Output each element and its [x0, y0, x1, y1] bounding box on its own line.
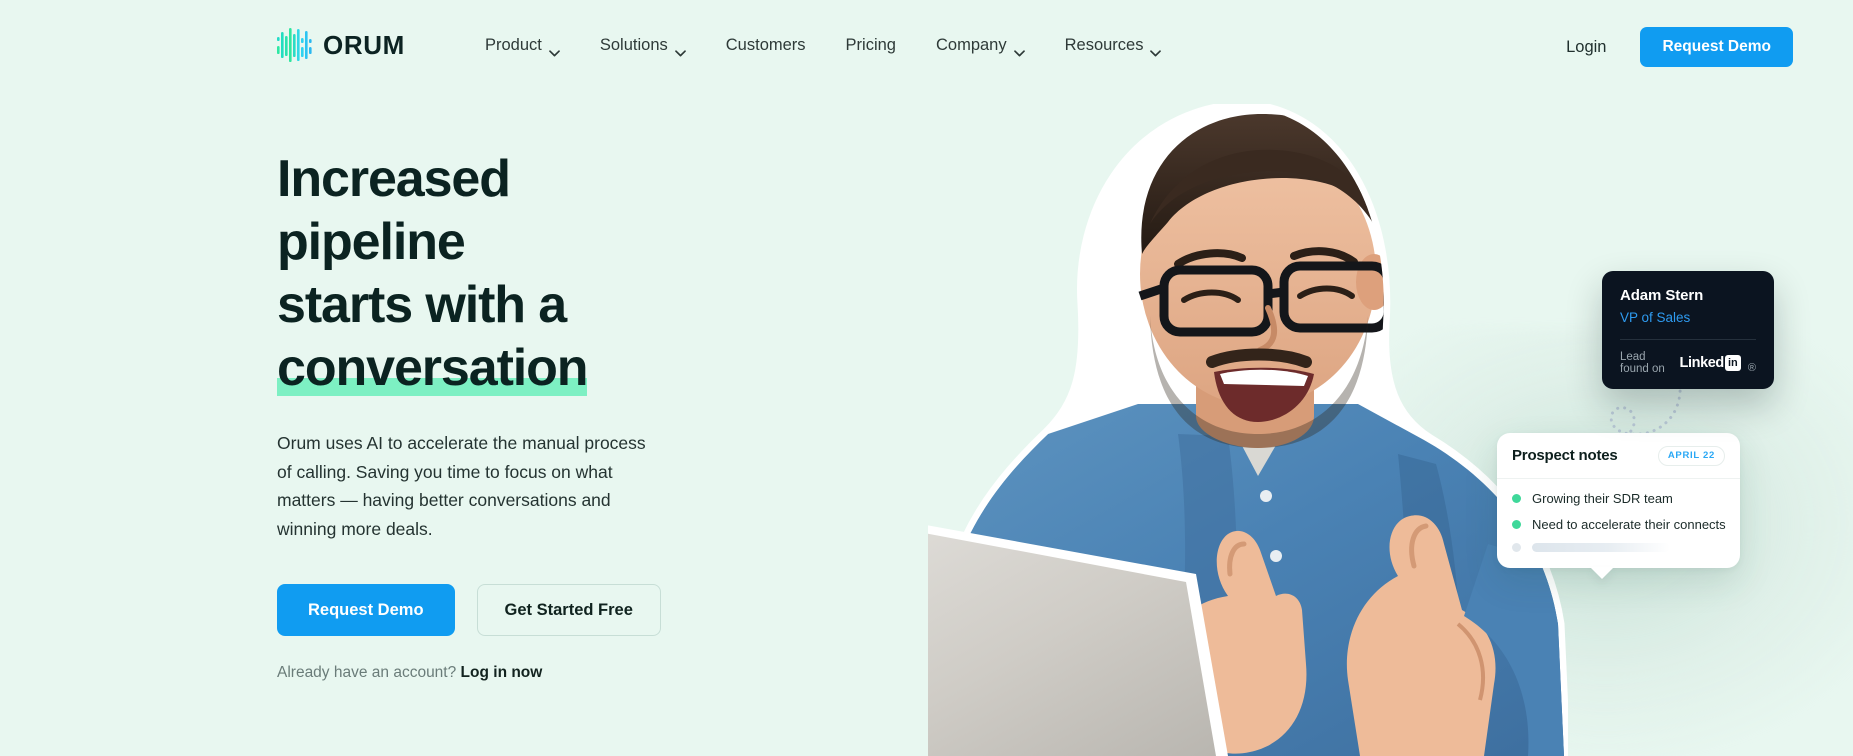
date-badge[interactable]: APRIL 22 — [1657, 446, 1725, 466]
list-item-placeholder — [1512, 542, 1725, 552]
nav-item-label: Pricing — [845, 36, 896, 54]
hero-subtitle: Orum uses AI to accelerate the manual pr… — [277, 433, 646, 539]
chevron-down-icon — [674, 43, 686, 57]
divider — [1620, 339, 1756, 340]
brand-logo[interactable]: ORUM — [277, 28, 405, 62]
nav-item-label: Customers — [725, 36, 806, 54]
hero-content: Increased pipeline starts with a convers… — [277, 148, 697, 682]
nav-item-label: Company — [935, 36, 1007, 54]
prospect-notes-title: Prospect notes — [1512, 447, 1618, 465]
hero-title-highlight: conversation — [277, 337, 589, 400]
nav-item-solutions[interactable]: Solutions — [580, 30, 706, 61]
hero-cta-row: Request Demo Get Started Free — [277, 584, 697, 636]
main-navigation: Product Solutions Customers Pricing Comp… — [465, 30, 1181, 61]
lead-card: Adam Stern VP of Sales Lead found on Lin… — [1602, 271, 1774, 389]
login-link[interactable]: Login — [1562, 32, 1610, 63]
prospect-notes-body: Growing their SDR team Need to accelerat… — [1497, 479, 1740, 568]
account-prompt-text: Already have an account? — [277, 664, 457, 681]
page-title: Increased pipeline starts with a convers… — [277, 148, 697, 400]
note-text: Growing their SDR team — [1532, 490, 1673, 506]
linkedin-in-box: in — [1724, 355, 1741, 371]
card-pointer-tail — [1590, 566, 1614, 579]
lead-role: VP of Sales — [1620, 310, 1691, 325]
hero-title-line-3: conversation — [277, 339, 589, 397]
orum-waveform-logo-icon — [277, 28, 313, 62]
chevron-down-icon — [549, 43, 560, 57]
nav-item-pricing[interactable]: Pricing — [826, 30, 916, 61]
header-request-demo-button[interactable]: Request Demo — [1640, 27, 1793, 67]
list-item: Growing their SDR team — [1512, 491, 1725, 506]
bullet-dot-icon — [1512, 493, 1521, 503]
bullet-dot-icon — [1512, 542, 1521, 552]
hero-page: ORUM Product Solutions Customers Pricing — [0, 0, 1853, 756]
brand-name: ORUM — [323, 30, 405, 60]
list-item: Need to accelerate their connects — [1512, 516, 1726, 532]
account-prompt: Already have an account? Log in now — [277, 664, 697, 682]
hero-person-image — [778, 101, 1571, 756]
prospect-notes-header: Prospect notes APRIL 22 — [1497, 433, 1740, 479]
nav-item-label: Product — [485, 36, 542, 54]
linkedin-wordmark: Linked — [1679, 355, 1725, 371]
nav-item-company[interactable]: Company — [916, 30, 1045, 61]
prospect-notes-card: Prospect notes APRIL 22 Growing their SD… — [1497, 433, 1740, 579]
nav-item-label: Solutions — [599, 36, 668, 54]
lead-name: Adam Stern — [1620, 287, 1704, 304]
site-header: ORUM Product Solutions Customers Pricing — [0, 0, 1853, 84]
hero-visual: Prospect notes APRIL 22 Growing their SD… — [753, 0, 1853, 756]
hero-title-line-1: Increased pipeline — [277, 150, 511, 271]
hero-title-line-2: starts with a — [277, 276, 567, 334]
chevron-down-icon — [1150, 43, 1162, 57]
linkedin-logo-icon: Linked in — [1680, 355, 1741, 371]
nav-item-product[interactable]: Product — [465, 30, 580, 61]
nav-item-customers[interactable]: Customers — [706, 30, 826, 61]
log-in-now-link[interactable]: Log in now — [461, 664, 543, 681]
placeholder-bar — [1532, 542, 1670, 552]
registered-mark: ® — [1747, 362, 1756, 374]
lead-source-row: Lead found on Linked in ® — [1620, 351, 1756, 375]
bullet-dot-icon — [1512, 519, 1521, 529]
header-actions: Login Request Demo — [1562, 27, 1793, 67]
chevron-down-icon — [1013, 43, 1025, 57]
nav-item-label: Resources — [1064, 36, 1144, 54]
note-text: Need to accelerate their connects — [1532, 516, 1726, 532]
request-demo-button[interactable]: Request Demo — [277, 584, 455, 636]
get-started-free-button[interactable]: Get Started Free — [476, 584, 661, 636]
lead-found-label: Lead found on — [1620, 351, 1665, 375]
nav-item-resources[interactable]: Resources — [1045, 30, 1182, 61]
